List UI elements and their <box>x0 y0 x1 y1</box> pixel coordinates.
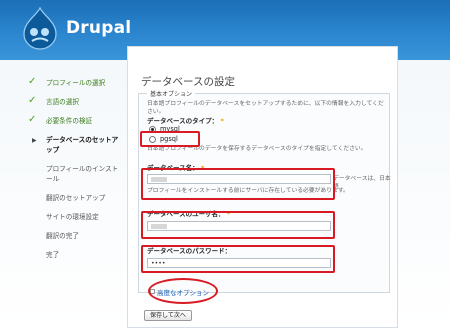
check-icon: ✓ <box>28 114 37 125</box>
save-and-continue-button[interactable]: 保存して次へ <box>144 310 192 321</box>
step-label: 翻訳のセットアップ <box>46 194 106 202</box>
annotation-highlight-db-user <box>141 211 335 239</box>
brand-name: Drupal <box>66 18 132 38</box>
step-label: 完了 <box>46 251 60 259</box>
drupal-logo-icon <box>23 6 57 50</box>
step-site-configuration: サイトの環境設定 <box>22 212 124 222</box>
main-content-panel: データベースの設定 基本オプション 日本語プロフィールのデータベースをセットアッ… <box>127 46 398 328</box>
step-verify-requirements: ✓ 必要条件の検証 <box>22 114 124 126</box>
annotation-highlight-db-password <box>141 245 335 273</box>
step-select-profile: ✓ プロフィールの選択 <box>22 76 124 88</box>
step-label: 言語の選択 <box>46 98 79 106</box>
step-database-setup: ▶ データベースのセットアップ <box>22 135 124 155</box>
annotation-circle-advanced <box>148 278 218 304</box>
fieldset-legend: 基本オプション <box>147 89 196 98</box>
check-icon: ✓ <box>28 76 37 87</box>
step-finish-translation: 翻訳の完了 <box>22 231 124 241</box>
step-label: データベースのセットアップ <box>46 136 119 154</box>
check-icon: ✓ <box>28 95 37 106</box>
step-install-profile: プロフィールのインストール <box>22 164 124 184</box>
step-complete: 完了 <box>22 250 124 260</box>
required-mark: * <box>220 117 224 125</box>
annotation-highlight-db-type <box>140 131 200 147</box>
step-label: プロフィールの選択 <box>46 79 106 87</box>
step-label: 必要条件の検証 <box>46 117 93 125</box>
db-type-label-text: データベースのタイプ： <box>147 117 219 125</box>
page-title: データベースの設定 <box>141 76 235 88</box>
step-select-language: ✓ 言語の選択 <box>22 95 124 107</box>
step-setup-translation: 翻訳のセットアップ <box>22 193 124 203</box>
step-label: 翻訳の完了 <box>46 232 79 240</box>
db-type-label: データベースのタイプ： * <box>147 115 224 125</box>
current-step-arrow-icon: ▶ <box>32 137 37 144</box>
intro-text: 日本語プロフィールのデータベースをセットアップするために、以下の情報を入力してく… <box>147 101 384 115</box>
step-label: プロフィールのインストール <box>46 165 119 183</box>
install-steps-sidebar: ✓ プロフィールの選択 ✓ 言語の選択 ✓ 必要条件の検証 ▶ データベースのセットアッ… <box>22 76 124 269</box>
step-label: サイトの環境設定 <box>46 213 99 221</box>
annotation-highlight-db-name <box>141 168 335 200</box>
